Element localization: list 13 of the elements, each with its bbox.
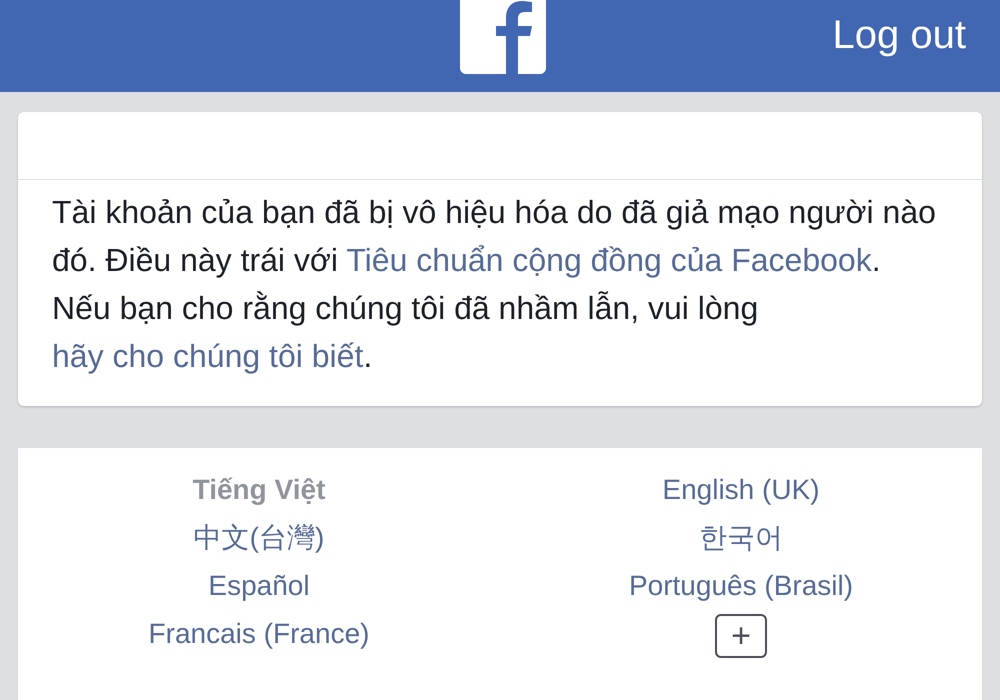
language-link[interactable]: Português (Brasil) xyxy=(628,566,854,614)
language-link[interactable]: Tiếng Việt xyxy=(192,470,326,518)
language-link[interactable]: English (UK) xyxy=(662,470,820,518)
language-link[interactable]: Francais (France) xyxy=(148,614,370,662)
message-text: Tài khoản của bạn đã bị vô hiệu hóa do đã giả mạo người nào đó. Điều này trái với Tiêu chuẩn cộng đồng của Facebook. xyxy=(52,193,937,280)
language-link[interactable]: 한국어 xyxy=(699,518,783,566)
language-link[interactable]: Español xyxy=(208,566,310,614)
message-text: Nếu bạn cho rằng chúng tôi đã nhầm lẫn, vui lòng hãy cho chúng tôi biết. xyxy=(52,289,760,376)
logout-button[interactable]: Log out xyxy=(832,15,966,55)
message-link[interactable]: Tiêu chuẩn cộng đồng của Facebook xyxy=(346,242,872,278)
language-link[interactable]: 中文(台灣) xyxy=(194,518,324,566)
message-link[interactable]: hãy cho chúng tôi biết xyxy=(52,338,364,374)
more-languages-button[interactable]: + xyxy=(715,614,767,658)
